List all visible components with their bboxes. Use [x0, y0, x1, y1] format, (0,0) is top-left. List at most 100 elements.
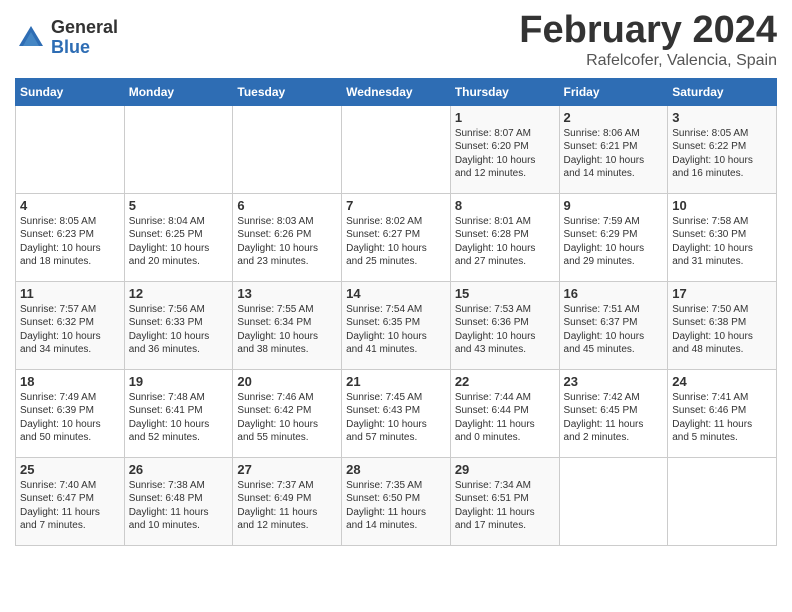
day-info: Sunrise: 7:59 AM Sunset: 6:29 PM Dayligh…	[564, 215, 664, 269]
calendar-day-cell: 27 Sunrise: 7:37 AM Sunset: 6:49 PM Dayli…	[233, 457, 342, 545]
logo: General Blue	[15, 18, 118, 58]
calendar-header-cell: Saturday	[668, 78, 777, 105]
calendar-table: SundayMondayTuesdayWednesdayThursdayFrid…	[15, 78, 777, 546]
day-number: 24	[672, 374, 772, 389]
calendar-header-row: SundayMondayTuesdayWednesdayThursdayFrid…	[16, 78, 777, 105]
day-info: Sunrise: 7:50 AM Sunset: 6:38 PM Dayligh…	[672, 303, 772, 357]
calendar-day-cell: 15 Sunrise: 7:53 AM Sunset: 6:36 PM Dayli…	[450, 281, 559, 369]
day-number: 20	[237, 374, 337, 389]
day-number: 4	[20, 198, 120, 213]
month-year-title: February 2024	[519, 10, 777, 52]
calendar-week-row: 4 Sunrise: 8:05 AM Sunset: 6:23 PM Daylig…	[16, 193, 777, 281]
day-info: Sunrise: 7:34 AM Sunset: 6:51 PM Dayligh…	[455, 479, 555, 533]
day-info: Sunrise: 8:06 AM Sunset: 6:21 PM Dayligh…	[564, 127, 664, 181]
calendar-day-cell: 3 Sunrise: 8:05 AM Sunset: 6:22 PM Daylig…	[668, 105, 777, 193]
day-info: Sunrise: 8:03 AM Sunset: 6:26 PM Dayligh…	[237, 215, 337, 269]
day-number: 8	[455, 198, 555, 213]
day-info: Sunrise: 7:37 AM Sunset: 6:49 PM Dayligh…	[237, 479, 337, 533]
calendar-day-cell: 17 Sunrise: 7:50 AM Sunset: 6:38 PM Dayli…	[668, 281, 777, 369]
day-number: 28	[346, 462, 446, 477]
calendar-day-cell: 21Sunrise: 7:45 AM Sunset: 6:43 PM Dayli…	[342, 369, 451, 457]
logo-general-text: General	[51, 18, 118, 38]
day-info: Sunrise: 8:05 AM Sunset: 6:23 PM Dayligh…	[20, 215, 120, 269]
day-number: 13	[237, 286, 337, 301]
day-number: 25	[20, 462, 120, 477]
calendar-day-cell	[342, 105, 451, 193]
logo-blue-text: Blue	[51, 38, 118, 58]
day-info: Sunrise: 7:48 AM Sunset: 6:41 PM Dayligh…	[129, 391, 229, 445]
page-header: General Blue February 2024 Rafelcofer, V…	[15, 10, 777, 70]
day-number: 17	[672, 286, 772, 301]
title-area: February 2024 Rafelcofer, Valencia, Spai…	[519, 10, 777, 70]
calendar-day-cell: 6 Sunrise: 8:03 AM Sunset: 6:26 PM Daylig…	[233, 193, 342, 281]
day-number: 27	[237, 462, 337, 477]
day-info: Sunrise: 7:57 AM Sunset: 6:32 PM Dayligh…	[20, 303, 120, 357]
day-info: Sunrise: 7:41 AM Sunset: 6:46 PM Dayligh…	[672, 391, 772, 445]
day-number: 3	[672, 110, 772, 125]
calendar-body: 1 Sunrise: 8:07 AM Sunset: 6:20 PM Daylig…	[16, 105, 777, 545]
calendar-day-cell: 4 Sunrise: 8:05 AM Sunset: 6:23 PM Daylig…	[16, 193, 125, 281]
calendar-day-cell: 19 Sunrise: 7:48 AM Sunset: 6:41 PM Dayli…	[124, 369, 233, 457]
day-info: Sunrise: 7:54 AM Sunset: 6:35 PM Dayligh…	[346, 303, 446, 357]
day-info: Sunrise: 8:07 AM Sunset: 6:20 PM Dayligh…	[455, 127, 555, 181]
calendar-day-cell: 11 Sunrise: 7:57 AM Sunset: 6:32 PM Dayli…	[16, 281, 125, 369]
calendar-day-cell: 5 Sunrise: 8:04 AM Sunset: 6:25 PM Daylig…	[124, 193, 233, 281]
day-info: Sunrise: 7:35 AM Sunset: 6:50 PM Dayligh…	[346, 479, 446, 533]
day-info: Sunrise: 8:01 AM Sunset: 6:28 PM Dayligh…	[455, 215, 555, 269]
calendar-day-cell: 12Sunrise: 7:56 AM Sunset: 6:33 PM Dayli…	[124, 281, 233, 369]
day-number: 10	[672, 198, 772, 213]
day-info: Sunrise: 8:05 AM Sunset: 6:22 PM Dayligh…	[672, 127, 772, 181]
calendar-header-cell: Monday	[124, 78, 233, 105]
calendar-day-cell: 1 Sunrise: 8:07 AM Sunset: 6:20 PM Daylig…	[450, 105, 559, 193]
day-number: 2	[564, 110, 664, 125]
day-info: Sunrise: 7:53 AM Sunset: 6:36 PM Dayligh…	[455, 303, 555, 357]
calendar-week-row: 18 Sunrise: 7:49 AM Sunset: 6:39 PM Dayli…	[16, 369, 777, 457]
calendar-day-cell: 29 Sunrise: 7:34 AM Sunset: 6:51 PM Dayli…	[450, 457, 559, 545]
day-number: 1	[455, 110, 555, 125]
day-number: 18	[20, 374, 120, 389]
day-info: Sunrise: 7:45 AM Sunset: 6:43 PM Dayligh…	[346, 391, 446, 445]
logo-icon	[15, 22, 47, 54]
day-info: Sunrise: 7:55 AM Sunset: 6:34 PM Dayligh…	[237, 303, 337, 357]
calendar-day-cell	[233, 105, 342, 193]
day-info: Sunrise: 7:51 AM Sunset: 6:37 PM Dayligh…	[564, 303, 664, 357]
day-number: 22	[455, 374, 555, 389]
calendar-day-cell: 26Sunrise: 7:38 AM Sunset: 6:48 PM Dayli…	[124, 457, 233, 545]
calendar-day-cell: 22 Sunrise: 7:44 AM Sunset: 6:44 PM Dayli…	[450, 369, 559, 457]
calendar-day-cell	[559, 457, 668, 545]
day-number: 19	[129, 374, 229, 389]
calendar-day-cell	[16, 105, 125, 193]
day-number: 11	[20, 286, 120, 301]
calendar-day-cell: 23Sunrise: 7:42 AM Sunset: 6:45 PM Dayli…	[559, 369, 668, 457]
calendar-day-cell: 10Sunrise: 7:58 AM Sunset: 6:30 PM Dayli…	[668, 193, 777, 281]
day-info: Sunrise: 8:04 AM Sunset: 6:25 PM Dayligh…	[129, 215, 229, 269]
day-number: 29	[455, 462, 555, 477]
calendar-week-row: 25 Sunrise: 7:40 AM Sunset: 6:47 PM Dayli…	[16, 457, 777, 545]
day-number: 15	[455, 286, 555, 301]
calendar-day-cell: 24 Sunrise: 7:41 AM Sunset: 6:46 PM Dayli…	[668, 369, 777, 457]
location-title: Rafelcofer, Valencia, Spain	[519, 52, 777, 70]
day-info: Sunrise: 7:38 AM Sunset: 6:48 PM Dayligh…	[129, 479, 229, 533]
calendar-header-cell: Sunday	[16, 78, 125, 105]
calendar-week-row: 11 Sunrise: 7:57 AM Sunset: 6:32 PM Dayli…	[16, 281, 777, 369]
day-number: 16	[564, 286, 664, 301]
calendar-header-cell: Friday	[559, 78, 668, 105]
day-number: 9	[564, 198, 664, 213]
calendar-day-cell: 2 Sunrise: 8:06 AM Sunset: 6:21 PM Daylig…	[559, 105, 668, 193]
day-info: Sunrise: 8:02 AM Sunset: 6:27 PM Dayligh…	[346, 215, 446, 269]
calendar-day-cell: 16 Sunrise: 7:51 AM Sunset: 6:37 PM Dayli…	[559, 281, 668, 369]
calendar-header-cell: Thursday	[450, 78, 559, 105]
day-info: Sunrise: 7:56 AM Sunset: 6:33 PM Dayligh…	[129, 303, 229, 357]
day-number: 5	[129, 198, 229, 213]
calendar-header-cell: Tuesday	[233, 78, 342, 105]
day-info: Sunrise: 7:49 AM Sunset: 6:39 PM Dayligh…	[20, 391, 120, 445]
calendar-day-cell: 8 Sunrise: 8:01 AM Sunset: 6:28 PM Daylig…	[450, 193, 559, 281]
day-info: Sunrise: 7:40 AM Sunset: 6:47 PM Dayligh…	[20, 479, 120, 533]
calendar-day-cell: 13 Sunrise: 7:55 AM Sunset: 6:34 PM Dayli…	[233, 281, 342, 369]
calendar-week-row: 1 Sunrise: 8:07 AM Sunset: 6:20 PM Daylig…	[16, 105, 777, 193]
day-number: 23	[564, 374, 664, 389]
day-info: Sunrise: 7:44 AM Sunset: 6:44 PM Dayligh…	[455, 391, 555, 445]
calendar-header-cell: Wednesday	[342, 78, 451, 105]
day-number: 7	[346, 198, 446, 213]
day-number: 6	[237, 198, 337, 213]
